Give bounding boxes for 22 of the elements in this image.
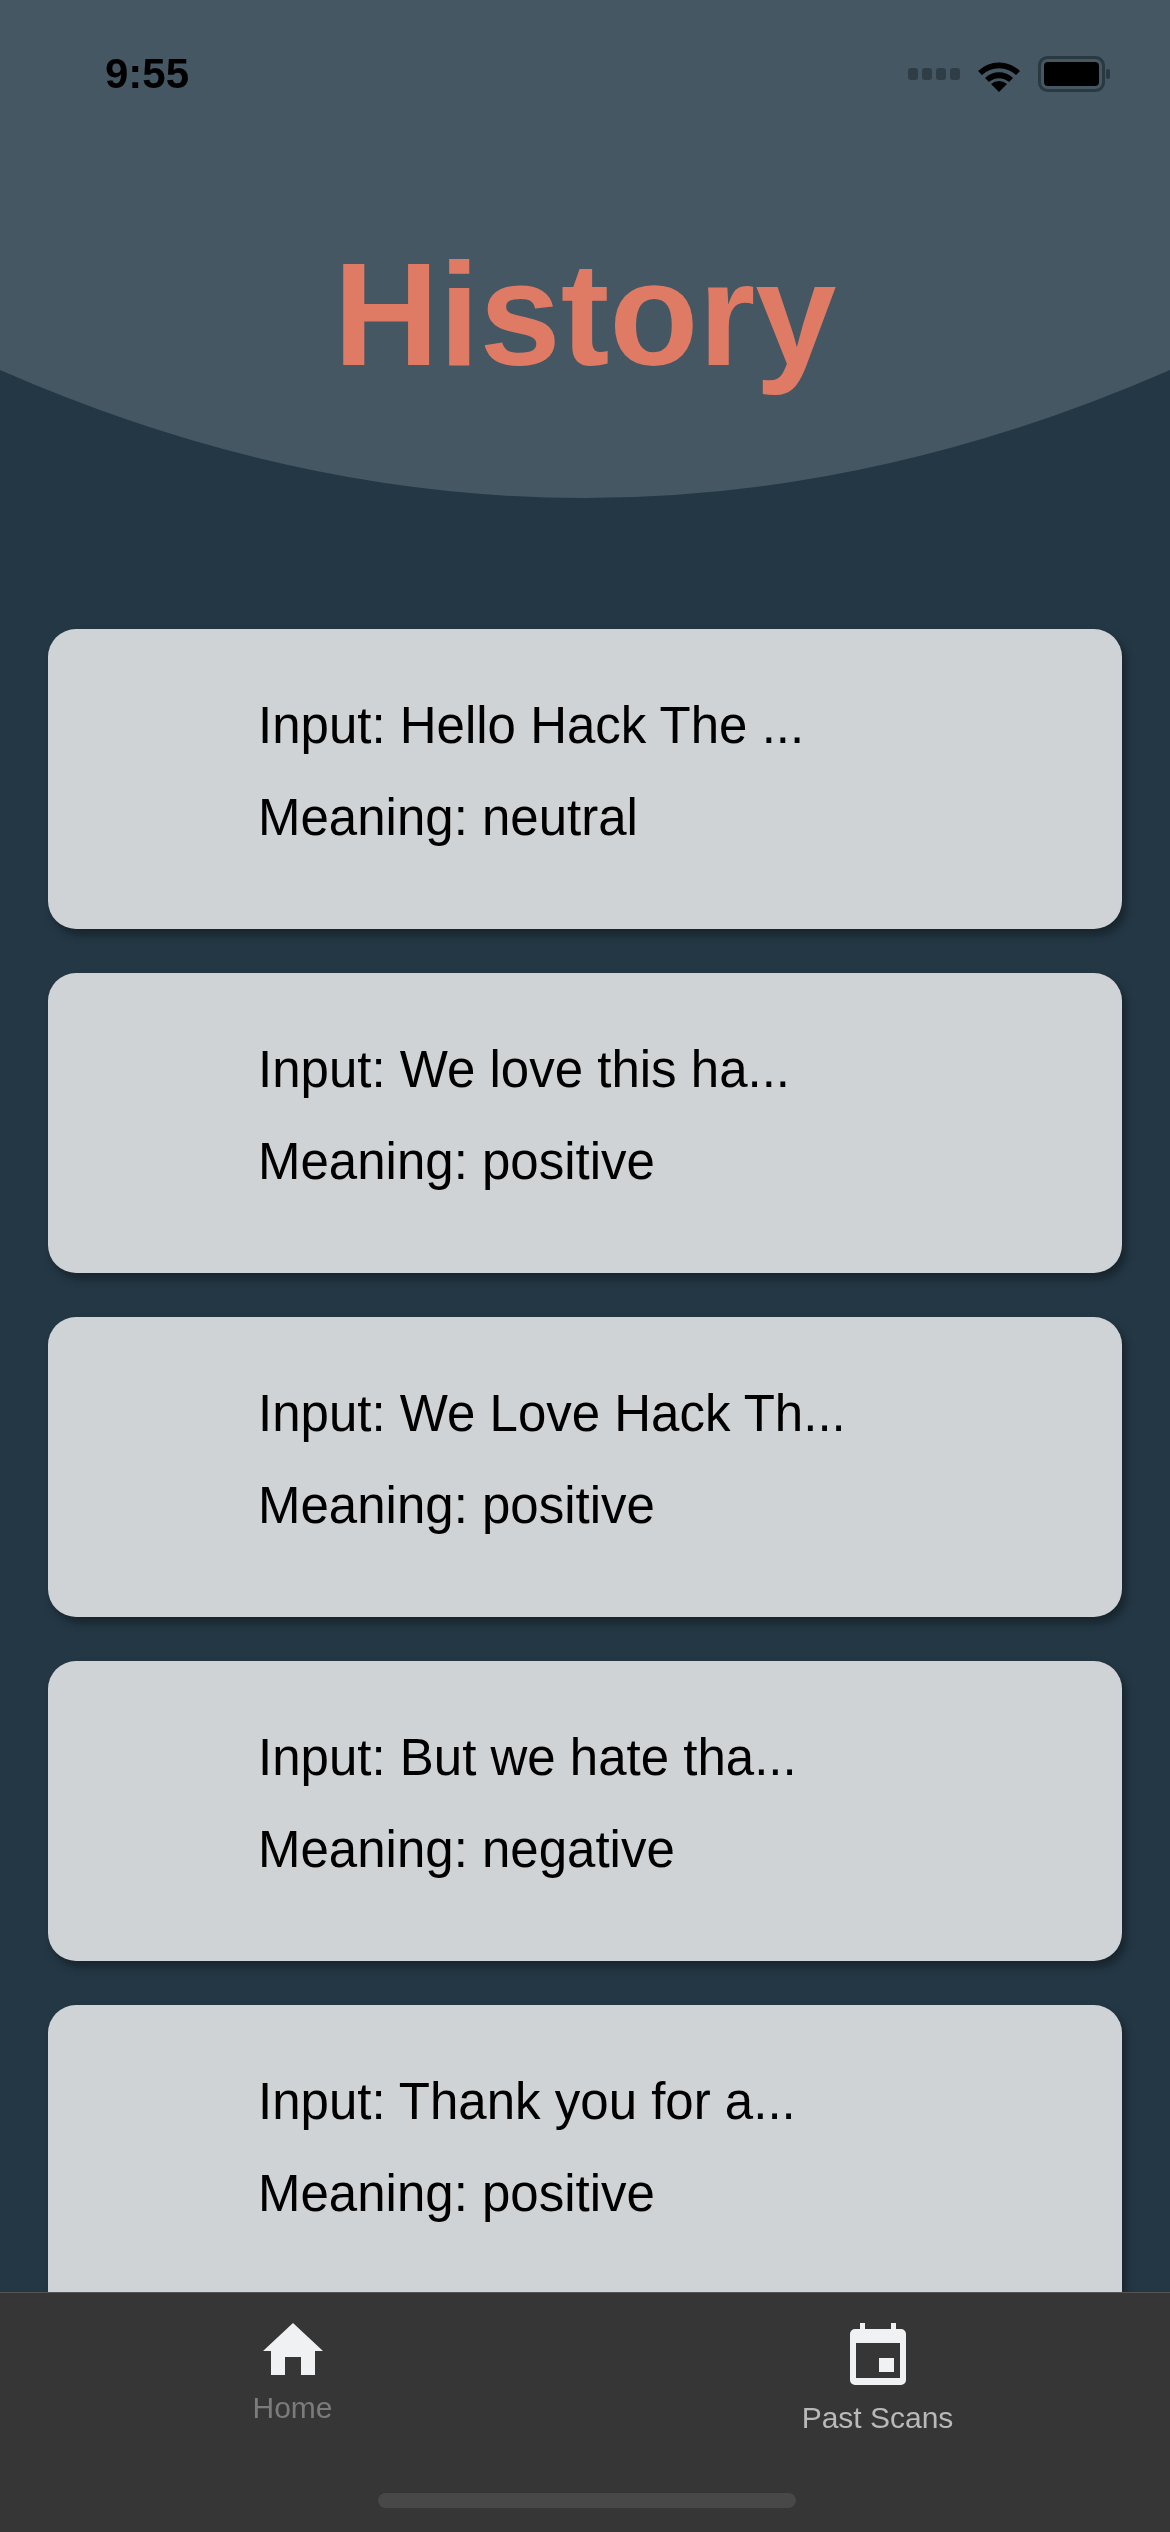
meaning-text: Meaning: neutral [258, 788, 639, 848]
meaning-text: Meaning: positive [258, 2164, 656, 2224]
history-card[interactable]: Input: We love this ha... Meaning: positive [48, 973, 1122, 1273]
meaning-text: Meaning: negative [258, 1820, 676, 1880]
battery-icon [1038, 56, 1110, 92]
calendar-icon [849, 2323, 906, 2385]
history-card[interactable]: Input: But we hate tha... Meaning: negative [48, 1661, 1122, 1961]
input-text: Input: Hello Hack The ... [258, 696, 806, 756]
meaning-text: Meaning: positive [258, 1476, 656, 1536]
input-text: Input: But we hate tha... [258, 1728, 798, 1788]
history-card[interactable]: Input: Thank you for a... Meaning: positive [48, 2005, 1122, 2292]
page-title: History [333, 232, 837, 398]
signal-icon [908, 68, 960, 80]
history-card[interactable]: Input: Hello Hack The ... Meaning: neutral [48, 629, 1122, 929]
home-icon [262, 2323, 323, 2375]
input-text: Input: Thank you for a... [258, 2072, 797, 2132]
status-time: 9:55 [105, 50, 190, 98]
tab[interactable]: Past Scans [585, 2293, 1170, 2436]
meaning-text: Meaning: positive [258, 1132, 656, 1192]
history-card[interactable]: Input: We Love Hack Th... Meaning: positive [48, 1317, 1122, 1617]
input-text: Input: We Love Hack Th... [258, 1384, 847, 1444]
input-text: Input: We love this ha... [258, 1040, 791, 1100]
